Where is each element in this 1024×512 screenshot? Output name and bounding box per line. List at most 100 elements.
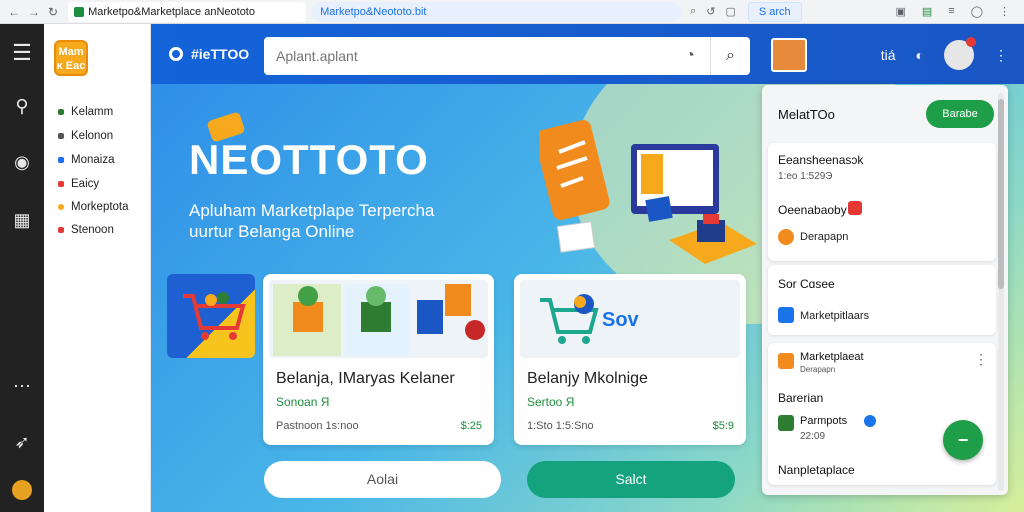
refresh-icon[interactable]: ↺ — [706, 5, 715, 18]
product-title: Belanjy Mkolnige — [527, 370, 648, 387]
sidebar-item-eaicy[interactable]: Eaicy — [58, 178, 99, 190]
sidebar-item-label: Morkeptota — [71, 201, 129, 213]
panel-card-title: Sor Cɑsee — [778, 277, 835, 291]
sidebar-item-label: Monaiza — [71, 154, 115, 166]
search-input[interactable] — [264, 37, 670, 75]
search-bar: ◔ ⌕ — [264, 37, 750, 75]
brand[interactable]: #ieTTOO — [169, 46, 249, 62]
browser-tab[interactable]: Marketpo&Marketplace anNeototo — [68, 1, 307, 22]
chart-icon — [58, 181, 64, 187]
sidebar-item-stenoon[interactable]: Stenoon — [58, 224, 114, 236]
promo-tile[interactable] — [167, 274, 255, 358]
panel-card[interactable]: Marketplaeat Derapapn ⋮ Barerian Parmpot… — [768, 343, 996, 485]
sidebar-item-kelonon[interactable]: Kelonon — [58, 130, 113, 142]
panel-card-sub: 1:eo 1:529Э — [778, 171, 833, 182]
sidebar-item-label: Stenoon — [71, 224, 114, 236]
window-icon[interactable]: ▣ — [895, 5, 905, 18]
find-button[interactable]: S arch — [747, 1, 802, 22]
floating-action-button[interactable]: − — [943, 420, 983, 460]
produce-boxes-image — [273, 284, 485, 356]
verified-icon — [864, 415, 876, 427]
panel-card-title: Marketplaeat — [800, 351, 864, 363]
product-thumbnail: Sov — [520, 280, 740, 358]
forward-icon[interactable]: → — [28, 5, 40, 19]
brand-name: #ieTTOO — [191, 46, 250, 62]
rocket-icon[interactable]: ➶ — [0, 432, 44, 453]
icon-rail: ☰ ⚲ ◉ ▦ ⋯ ➶ — [0, 24, 44, 512]
sidebar-item-monaiza[interactable]: Monaiza — [58, 154, 114, 166]
tab-title: Marketpo&Marketplace anNeototo — [88, 5, 255, 18]
more-options-icon[interactable]: ⋮ — [974, 351, 988, 368]
box-icon[interactable]: ▦ — [0, 210, 44, 231]
hero-title-text: NEOTTOTO — [189, 136, 429, 183]
scrollbar-thumb[interactable] — [998, 99, 1004, 289]
panel-card[interactable]: Eeansheenasɔk 1:eo 1:529Э Oeenabaoby Der… — [768, 143, 996, 261]
more-icon[interactable]: ⋮ — [999, 5, 1010, 18]
more-options-icon[interactable]: ⋮ — [994, 47, 1008, 64]
reload-icon[interactable]: ↻ — [48, 5, 58, 19]
hero-title: NEOTTOTO — [189, 111, 429, 184]
marketplace-illustration — [539, 120, 757, 264]
sidebar: Mam ᴋ Eac Kelamm Kelonon Monaiza Eaicy M… — [44, 24, 151, 512]
back-icon[interactable]: ← — [8, 5, 20, 19]
product-card[interactable]: Belanja, IMaryas Kelaner Sonoan Я Pastno… — [263, 274, 494, 445]
panel-card-title: Barerian — [778, 391, 824, 405]
cart-logo-image: Sov — [540, 294, 640, 344]
panel-card[interactable]: Sor Cɑsee Marketpitlaars — [768, 265, 996, 335]
address-text: Marketpo&Neototo.bit — [320, 5, 427, 18]
menu-icon[interactable]: ≡ — [948, 5, 954, 18]
product-meta: 1:Sto 1:5:Sno — [527, 420, 594, 432]
search-icon[interactable]: ⌕ — [690, 5, 696, 18]
panel-card-title: Oeenabaoby — [778, 203, 847, 217]
marketplace-icon — [778, 307, 794, 323]
secondary-button[interactable]: Aolai — [264, 461, 501, 498]
hero-subtitle: Apluham Marketplape Terpercha uurtur Bel… — [189, 200, 489, 242]
produce-icon — [778, 415, 794, 431]
pin-icon[interactable]: ⚲ — [0, 96, 44, 117]
panel-card-sub: Marketpitlaars — [800, 310, 870, 322]
panel-scrollbar[interactable] — [998, 93, 1004, 491]
apps-icon[interactable]: ⋯ — [0, 376, 44, 397]
product-title: Belanja, IMaryas Kelaner — [276, 370, 455, 387]
sidebar-item-morkeptota[interactable]: Morkeptota — [58, 201, 129, 213]
copy-icon[interactable]: ▢ — [725, 5, 735, 18]
panel-action-button[interactable]: Barabe — [926, 100, 994, 128]
notification-icon[interactable]: ◐ — [916, 47, 924, 63]
hero-subtitle-line-2: uurtur Belanga Online — [189, 222, 355, 241]
product-price: Sertoo Я — [527, 395, 575, 409]
hero-subtitle-line-1: Apluham Marketplape Terpercha — [189, 201, 435, 220]
profile-icon[interactable]: ◯ — [971, 5, 983, 18]
app-logo[interactable]: Mam ᴋ Eac — [54, 40, 88, 76]
sidebar-item-kelamm[interactable]: Kelamm — [58, 106, 113, 118]
user-avatar-icon[interactable] — [0, 480, 44, 505]
store-icon — [58, 227, 64, 233]
product-card[interactable]: Sov Belanjy Mkolnige Sertoo Я 1:Sto 1:5:… — [514, 274, 746, 445]
brand-logo-icon — [169, 47, 183, 61]
browser-toolbar: ← → ↻ Marketpo&Marketplace anNeototo Mar… — [0, 0, 1024, 24]
hamburger-menu-icon[interactable]: ☰ — [0, 40, 44, 66]
browser-right-icons: ▣ ▤ ≡ ◯ ⋮ — [895, 5, 1024, 18]
camera-search-icon[interactable]: ◔ — [670, 47, 710, 65]
leaf-icon — [58, 109, 64, 115]
sidebar-item-label: Kelamm — [71, 106, 114, 118]
bell-icon[interactable]: ◉ — [0, 152, 44, 173]
tag-icon — [58, 157, 64, 163]
product-thumbnail — [269, 280, 488, 358]
header-label[interactable]: tiá — [881, 47, 896, 63]
panel-card-sub: Derapapn — [800, 365, 836, 374]
panel-card-title: Eeansheenasɔk — [778, 153, 864, 167]
box-icon — [778, 353, 794, 369]
search-icon[interactable]: ⌕ — [710, 37, 750, 75]
featured-avatar[interactable] — [771, 38, 807, 72]
profile-avatar[interactable] — [944, 37, 976, 70]
product-meta: Pastnoon 1s:noo — [276, 420, 359, 432]
panel-card-sub: 22:09 — [800, 431, 826, 442]
panel-card-sub: Derapapn — [800, 231, 849, 243]
header-actions: tiá ◐ ⋮ — [881, 37, 1008, 70]
find-label: S arch — [758, 5, 791, 18]
address-bar[interactable]: Marketpo&Neototo.bit — [312, 1, 683, 22]
primary-button[interactable]: Salct — [527, 461, 735, 498]
extension-icon[interactable]: ▤ — [922, 5, 932, 18]
minus-icon: − — [957, 430, 969, 450]
alert-icon — [848, 201, 862, 215]
